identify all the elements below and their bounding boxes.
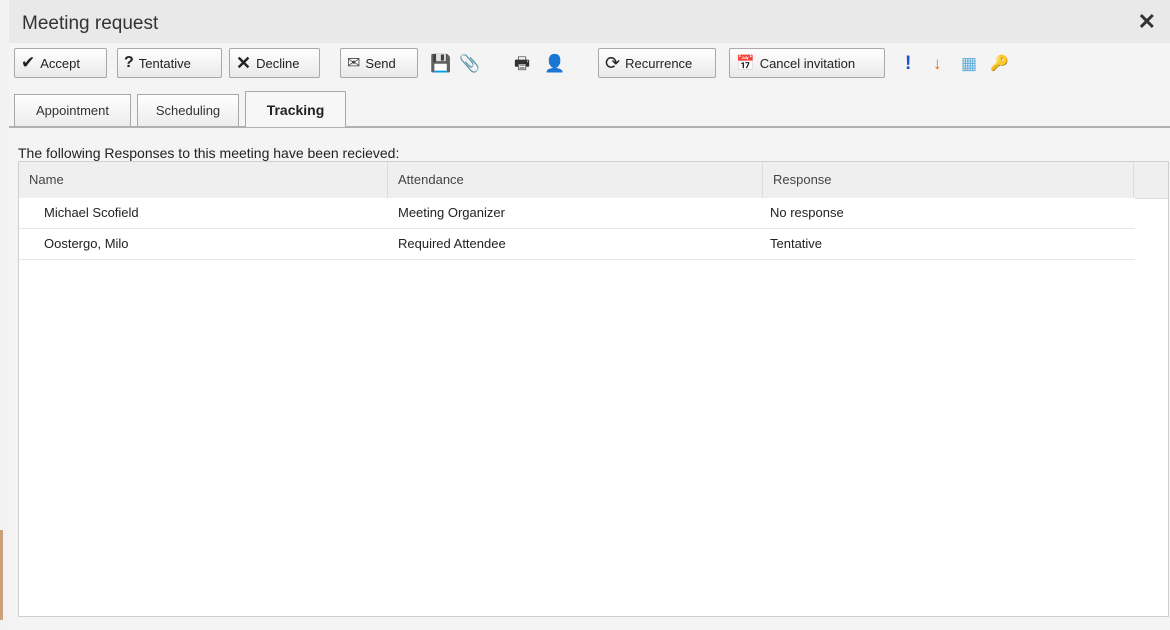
private-key-icon[interactable]: 🔑 (990, 55, 1009, 72)
tracking-caption: The following Responses to this meeting … (18, 145, 400, 161)
tab-tracking[interactable]: Tracking (245, 91, 346, 127)
cancel-invitation-label: Cancel invitation (759, 55, 856, 71)
send-label: Send (365, 55, 396, 71)
save-icon[interactable]: 💾 (430, 55, 451, 72)
title-bar[interactable]: Meeting request ✕ (9, 0, 1170, 43)
attach-icon[interactable]: 📎 (459, 55, 480, 72)
column-header-spacer (1134, 162, 1168, 198)
recurrence-button[interactable]: ⟳ Recurrence (598, 48, 716, 78)
low-importance-icon[interactable]: ↓ (933, 55, 942, 72)
check-names-icon[interactable]: 👤 (544, 55, 565, 72)
meeting-request-dialog: Meeting request ✕ ✔ Accept ? Tentative ✕… (9, 0, 1170, 630)
tentative-button[interactable]: ? Tentative (117, 48, 222, 78)
cancel-invitation-button[interactable]: 📅 Cancel invitation (729, 48, 885, 78)
responses-table: Name Attendance Response Michael Scofiel… (18, 161, 1169, 617)
close-icon[interactable]: ✕ (1138, 9, 1156, 35)
column-header-attendance[interactable]: Attendance (388, 162, 763, 198)
window-title: Meeting request (22, 13, 159, 34)
high-importance-icon[interactable]: ! (905, 54, 911, 73)
accept-button[interactable]: ✔ Accept (14, 48, 107, 78)
recurrence-icon: ⟳ (605, 52, 621, 73)
decline-button[interactable]: ✕ Decline (229, 48, 320, 78)
table-row[interactable]: Oostergo, Milo Required Attendee Tentati… (19, 229, 1135, 260)
column-header-name[interactable]: Name (19, 162, 388, 198)
cell-attendance: Required Attendee (398, 236, 506, 251)
envelope-icon: ✉ (347, 55, 361, 72)
cell-name: Michael Scofield (44, 205, 139, 220)
tab-appointment[interactable]: Appointment (14, 94, 131, 126)
calendar-cancel-icon: 📅 (736, 55, 755, 72)
background-window-mark (0, 530, 3, 620)
toolbar: ✔ Accept ? Tentative ✕ Decline ✉ Send 💾 … (9, 43, 1170, 85)
cell-response: Tentative (770, 236, 823, 251)
cell-name: Oostergo, Milo (44, 236, 129, 251)
categories-icon[interactable]: ▦ (961, 55, 977, 72)
cell-attendance: Meeting Organizer (398, 205, 505, 220)
recurrence-label: Recurrence (625, 55, 693, 71)
table-header: Name Attendance Response (19, 162, 1168, 199)
table-row[interactable]: Michael Scofield Meeting Organizer No re… (19, 198, 1135, 229)
cell-response: No response (770, 205, 844, 220)
x-icon: ✕ (236, 52, 252, 73)
send-button[interactable]: ✉ Send (340, 48, 418, 78)
tab-scheduling[interactable]: Scheduling (137, 94, 239, 126)
dialog-bottom-edge (18, 617, 1169, 630)
tab-bar: Appointment Scheduling Tracking (9, 90, 1170, 128)
decline-label: Decline (256, 55, 300, 71)
tentative-label: Tentative (138, 55, 191, 71)
print-icon[interactable]: 🖶 (514, 55, 530, 72)
column-header-response[interactable]: Response (763, 162, 1134, 198)
checkmark-icon: ✔ (21, 53, 36, 72)
question-icon: ? (124, 54, 134, 71)
accept-label: Accept (40, 55, 80, 71)
